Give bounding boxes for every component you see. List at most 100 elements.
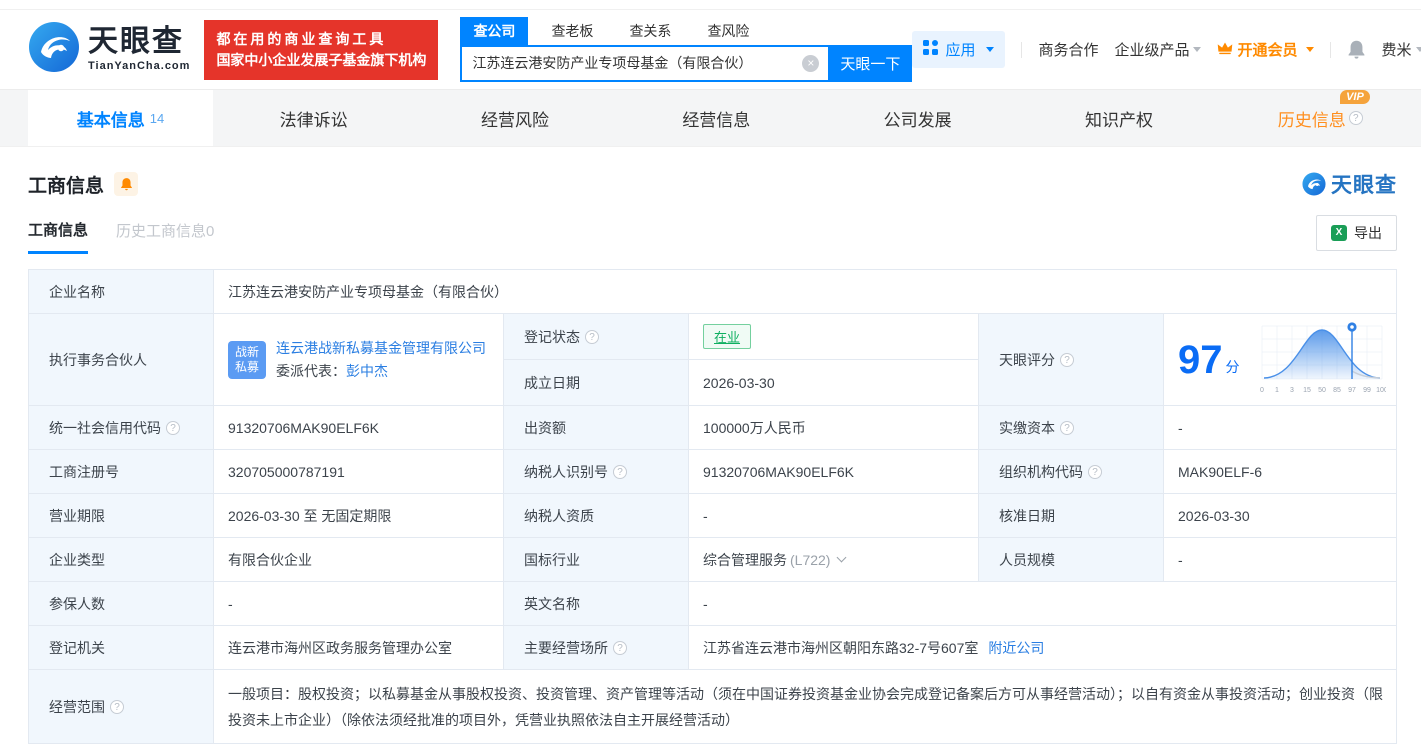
rep-label: 委派代表： bbox=[276, 362, 346, 379]
taxpayer-id-value: 91320706MAK90ELF6K bbox=[689, 450, 979, 494]
tab-legal[interactable]: 法律诉讼 bbox=[213, 90, 414, 146]
tab-operating-info[interactable]: 经营信息 bbox=[616, 90, 817, 146]
address-cell: 江苏省连云港市海州区朝阳东路32-7号607室 附近公司 bbox=[689, 626, 1396, 670]
reg-authority-label: 登记机关 bbox=[29, 626, 214, 670]
taxpayer-id-label: 纳税人识别号? bbox=[504, 450, 689, 494]
clear-search-icon[interactable]: × bbox=[802, 54, 820, 72]
business-info-table: 企业名称 江苏连云港安防产业专项母基金（有限合伙） 执行事务合伙人 战新 私募 … bbox=[28, 269, 1397, 744]
nav-divider bbox=[1329, 41, 1331, 58]
score-unit: 分 bbox=[1225, 358, 1240, 375]
partner-company-link[interactable]: 连云港战新私募基金管理有限公司 bbox=[276, 340, 486, 356]
help-icon[interactable]: ? bbox=[1348, 111, 1363, 125]
uscc-label: 统一社会信用代码? bbox=[29, 406, 214, 450]
industry-value: 综合管理服务 (L722) bbox=[689, 538, 979, 582]
help-icon[interactable]: ? bbox=[166, 420, 180, 435]
svg-text:50: 50 bbox=[1318, 387, 1326, 394]
approval-date-label: 核准日期 bbox=[979, 494, 1164, 538]
company-name-label: 企业名称 bbox=[29, 270, 214, 314]
tab-operating-risk[interactable]: 经营风险 bbox=[414, 90, 615, 146]
established-label: 成立日期 bbox=[504, 360, 689, 406]
taxpayer-qual-label: 纳税人资质 bbox=[504, 494, 689, 538]
search-button[interactable]: 天眼一下 bbox=[828, 44, 913, 82]
org-code-label: 组织机构代码? bbox=[979, 450, 1164, 494]
subtab-history-business-info[interactable]: 历史工商信息0 bbox=[116, 220, 214, 252]
site-header: 天眼查 TianYanCha.com 都在用的商业查询工具 国家中小企业发展子基… bbox=[0, 10, 1421, 89]
tianyancha-swirl-icon bbox=[1302, 172, 1326, 196]
logo-domain-text: TianYanCha.com bbox=[88, 60, 191, 72]
tab-history-label: 历史信息 bbox=[1277, 110, 1346, 130]
help-icon[interactable]: ? bbox=[585, 329, 599, 344]
approval-date-value: 2026-03-30 bbox=[1164, 494, 1396, 538]
paid-capital-label: 实缴资本? bbox=[979, 406, 1164, 450]
partner-avatar[interactable]: 战新 私募 bbox=[228, 340, 266, 379]
logo-brand-text: 天眼查 bbox=[88, 25, 184, 58]
export-button[interactable]: X 导出 bbox=[1316, 215, 1397, 251]
search-tab-risk[interactable]: 查风险 bbox=[694, 17, 762, 45]
search-tabs: 查公司 查老板 查关系 查风险 bbox=[460, 16, 912, 45]
capital-value: 100000万人民币 bbox=[689, 406, 979, 450]
nav-cooperation[interactable]: 商务合作 bbox=[1038, 39, 1098, 60]
staff-size-value: - bbox=[1164, 538, 1396, 582]
scope-value: 一般项目：股权投资；以私募基金从事股权投资、投资管理、资产管理等活动（须在中国证… bbox=[214, 670, 1396, 743]
section-title: 工商信息 bbox=[28, 175, 105, 197]
address-value: 江苏省连云港市海州区朝阳东路32-7号607室 bbox=[703, 639, 979, 656]
nav-open-vip[interactable]: 开通会员 bbox=[1217, 39, 1314, 60]
svg-text:15: 15 bbox=[1303, 387, 1311, 394]
score-label: 天眼评分? bbox=[979, 314, 1164, 406]
taxpayer-qual-value: - bbox=[689, 494, 979, 538]
apps-menu[interactable]: 应用 bbox=[912, 31, 1006, 68]
tab-basic-count: 14 bbox=[149, 110, 165, 126]
partner-label: 执行事务合伙人 bbox=[29, 314, 214, 406]
search-tab-boss[interactable]: 查老板 bbox=[538, 17, 606, 45]
company-type-value: 有限合伙企业 bbox=[214, 538, 504, 582]
score-value: 97 bbox=[1178, 337, 1223, 382]
term-value: 2026-03-30 至 无固定期限 bbox=[214, 494, 504, 538]
insured-label: 参保人数 bbox=[29, 582, 214, 626]
username: 费米 bbox=[1381, 42, 1412, 59]
tab-basic-label: 基本信息 bbox=[76, 110, 145, 130]
tab-basic-info[interactable]: 基本信息 14 bbox=[28, 90, 213, 146]
uscc-value: 91320706MAK90ELF6K bbox=[214, 406, 504, 450]
help-icon[interactable]: ? bbox=[1088, 464, 1102, 479]
status-badge[interactable]: 在业 bbox=[703, 324, 752, 349]
tianyancha-logo[interactable]: 天眼查 TianYanCha.com bbox=[28, 21, 190, 78]
score-cell: 97 分 0 1 3 15 50 85 97 99 100 bbox=[1164, 314, 1396, 406]
tab-intellectual-property[interactable]: 知识产权 bbox=[1018, 90, 1219, 146]
crown-icon bbox=[1217, 41, 1233, 59]
svg-text:99: 99 bbox=[1363, 387, 1371, 394]
tianyancha-watermark: 天眼查 bbox=[1302, 169, 1397, 199]
nav-enterprise-products[interactable]: 企业级产品 bbox=[1114, 39, 1202, 60]
app-grid-icon bbox=[923, 40, 939, 59]
score-distribution-chart: 0 1 3 15 50 85 97 99 100 bbox=[1260, 321, 1386, 394]
subtab-business-info[interactable]: 工商信息 bbox=[28, 219, 89, 254]
svg-text:0: 0 bbox=[1260, 387, 1264, 394]
rep-link[interactable]: 彭中杰 bbox=[346, 363, 388, 379]
term-label: 营业期限 bbox=[29, 494, 214, 538]
help-icon[interactable]: ? bbox=[613, 464, 627, 479]
help-icon[interactable]: ? bbox=[110, 699, 124, 714]
chevron-down-icon[interactable] bbox=[837, 552, 847, 563]
industry-label: 国标行业 bbox=[504, 538, 689, 582]
tianyancha-swirl-icon bbox=[28, 21, 80, 78]
tab-company-development[interactable]: 公司发展 bbox=[817, 90, 1018, 146]
help-icon[interactable]: ? bbox=[1060, 420, 1074, 435]
promo-line-2: 国家中小企业发展子基金旗下机构 bbox=[216, 51, 427, 68]
tab-history-info[interactable]: 历史信息 VIP ? bbox=[1220, 89, 1421, 146]
notification-bell-icon[interactable] bbox=[1347, 39, 1366, 60]
search-tab-company[interactable]: 查公司 bbox=[460, 16, 529, 45]
company-name-value: 江苏连云港安防产业专项母基金（有限合伙） bbox=[214, 270, 1396, 314]
promo-banner: 都在用的商业查询工具 国家中小企业发展子基金旗下机构 bbox=[204, 19, 439, 80]
nav-user-menu[interactable]: 费米 bbox=[1382, 39, 1421, 60]
staff-size-label: 人员规模 bbox=[979, 538, 1164, 582]
search-input[interactable] bbox=[460, 44, 829, 82]
help-icon[interactable]: ? bbox=[1060, 352, 1074, 367]
header-nav: 应用 商务合作 企业级产品 开通会员 费米 bbox=[912, 31, 1421, 68]
subscribe-bell-icon[interactable] bbox=[114, 172, 139, 196]
svg-text:100: 100 bbox=[1376, 387, 1386, 394]
reg-no-value: 320705000787191 bbox=[214, 450, 504, 494]
help-icon[interactable]: ? bbox=[613, 640, 627, 655]
subtab-row: 工商信息 历史工商信息0 X 导出 bbox=[28, 215, 1397, 257]
company-type-label: 企业类型 bbox=[29, 538, 214, 582]
nearby-companies-link[interactable]: 附近公司 bbox=[988, 638, 1044, 658]
search-tab-relation[interactable]: 查关系 bbox=[616, 17, 684, 45]
